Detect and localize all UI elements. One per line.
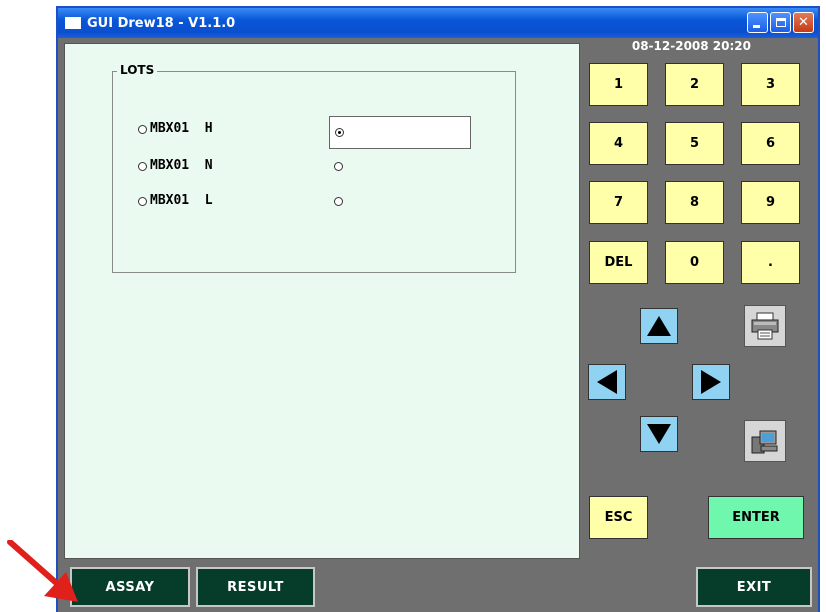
key-9[interactable]: 9 [741,181,800,224]
exit-button[interactable]: EXIT [696,567,812,607]
close-button[interactable]: ✕ [793,12,814,33]
annotation-arrow-icon [7,540,78,602]
arrow-right-button[interactable] [692,364,730,400]
app-icon [65,17,81,29]
arrow-up-button[interactable] [640,308,678,344]
lot-secondary-radio-l[interactable] [334,197,343,206]
lot-secondary-radio-n[interactable] [334,162,343,171]
minimize-icon [753,25,760,28]
arrow-left-icon [597,370,617,394]
computer-icon [751,430,778,454]
key-3[interactable]: 3 [741,63,800,106]
key-dot[interactable]: . [741,241,800,284]
lots-group-label: LOTS [117,63,158,77]
lot-label-l: MBX01 L [150,193,213,208]
arrow-up-icon [647,316,671,336]
close-icon: ✕ [798,15,809,30]
maximize-icon [775,18,786,27]
key-1[interactable]: 1 [589,63,648,106]
window-title: GUI Drew18 - V1.1.0 [87,15,236,31]
lot-radio-l[interactable] [138,197,147,206]
enter-button[interactable]: ENTER [708,496,804,539]
minimize-button[interactable] [747,12,768,33]
print-button[interactable] [744,305,786,347]
lot-radio-n[interactable] [138,162,147,171]
printer-icon [751,312,779,340]
arrow-right-icon [701,370,721,394]
arrow-left-button[interactable] [588,364,626,400]
window-controls: ✕ [747,12,814,33]
computer-button[interactable] [744,420,786,462]
lot-label-n: MBX01 N [150,158,213,173]
key-8[interactable]: 8 [665,181,724,224]
datetime-display: 08-12-2008 20:20 [631,39,751,53]
key-2[interactable]: 2 [665,63,724,106]
key-del[interactable]: DEL [589,241,648,284]
arrow-down-icon [647,424,671,444]
key-4[interactable]: 4 [589,122,648,165]
lot-label-h: MBX01 H [150,121,213,136]
title-bar[interactable]: GUI Drew18 - V1.1.0 ✕ [58,8,818,38]
key-0[interactable]: 0 [665,241,724,284]
result-button[interactable]: RESULT [196,567,315,607]
lot-secondary-radio-h[interactable] [335,128,344,137]
lot-input-field[interactable] [329,116,471,149]
key-5[interactable]: 5 [665,122,724,165]
arrow-down-button[interactable] [640,416,678,452]
lots-groupbox: LOTS MBX01 H MBX01 N MBX01 L [112,63,516,273]
key-7[interactable]: 7 [589,181,648,224]
lot-radio-h[interactable] [138,125,147,134]
key-6[interactable]: 6 [741,122,800,165]
main-panel: LOTS MBX01 H MBX01 N MBX01 L [64,43,580,559]
maximize-button[interactable] [770,12,791,33]
esc-button[interactable]: ESC [589,496,648,539]
